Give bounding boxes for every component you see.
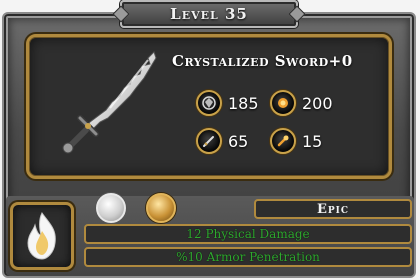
stat-defense: 185 [196,90,259,116]
effect-text: %10 Armor Penetration [176,250,320,264]
rarity-label: Epic [316,201,350,217]
effect-bar-physical-damage: 12 Physical Damage [84,224,412,244]
stat-fire-damage: 15 [270,128,322,154]
stat-fire-attack: 200 [270,90,333,116]
stat-value: 185 [228,93,259,113]
level-label: Level 35 [170,5,248,23]
rarity-bar: Epic [254,199,412,219]
stat-attack: 65 [196,128,248,154]
element-slot [10,202,74,270]
white-flame-icon [27,212,56,260]
sword-icon [62,51,157,154]
shield-emblem-icon [196,90,222,116]
item-name: Crystalized Sword+0 [172,52,353,70]
gold-crest-icon [146,193,176,223]
stat-value: 15 [302,131,323,151]
dagger-icon [196,128,222,154]
flame-burst-icon [270,128,296,154]
stat-value: 65 [228,131,249,151]
level-plate: Level 35 [120,0,298,28]
stat-value: 200 [302,93,333,113]
item-tooltip-card: Level 35 Crystalized Sword+0 185 200 65 … [0,0,420,280]
silver-crest-icon [96,193,126,223]
effect-text: 12 Physical Damage [186,227,310,241]
effect-bar-armor-penetration: %10 Armor Penetration [84,247,412,267]
fire-orb-icon [270,90,296,116]
